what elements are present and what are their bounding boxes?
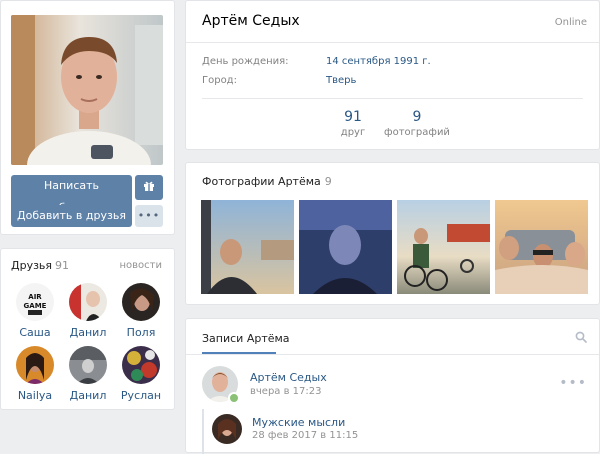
profile-photo[interactable] — [11, 15, 163, 165]
photo-thumbnail[interactable] — [201, 200, 294, 294]
birthday-label: День рождения: — [202, 56, 289, 67]
photos-count: 9 — [324, 175, 332, 188]
photos-title: Фотографии Артёма — [202, 175, 321, 188]
friend-item[interactable]: Данил — [60, 346, 116, 402]
more-actions-button[interactable]: ••• — [135, 205, 163, 227]
friend-name: Данил — [69, 326, 107, 339]
divider — [186, 42, 599, 43]
friend-avatar — [69, 283, 107, 321]
search-icon — [575, 331, 587, 343]
friend-item[interactable]: Данил — [60, 283, 116, 339]
friend-item[interactable]: AIR GAME Саша — [7, 283, 63, 339]
friends-stat[interactable]: 91 друг — [324, 109, 382, 138]
friend-name: Данил — [69, 389, 107, 402]
photos-stat-label: фотографий — [384, 127, 450, 138]
photo-thumbnail[interactable] — [495, 200, 588, 294]
divider — [202, 98, 583, 99]
friends-news-link[interactable]: новости — [120, 260, 163, 271]
friend-name: Поля — [126, 326, 156, 339]
post-author-name[interactable]: Артём Седых — [250, 371, 327, 384]
profile-info-card: Артём Седых Online День рождения: 14 сен… — [185, 0, 600, 150]
wall-tab[interactable]: Записи Артёма — [202, 332, 290, 345]
photos-card: Фотографии Артёма 9 — [185, 162, 600, 305]
post-more-button[interactable]: ••• — [559, 375, 587, 391]
friends-card: Друзья 91 новости AIR GAME Саша Данил Пол… — [0, 248, 175, 410]
friend-name: Саша — [19, 326, 51, 339]
wall-search-button[interactable] — [575, 331, 587, 346]
online-status: Online — [554, 17, 587, 28]
friend-item[interactable]: Руслан — [113, 346, 169, 402]
gift-icon — [144, 181, 154, 191]
photos-stat[interactable]: 9 фотографий — [382, 109, 452, 138]
photos-stat-count: 9 — [412, 109, 422, 125]
friends-stat-label: друг — [340, 127, 366, 138]
friend-name: Руслан — [120, 389, 162, 402]
city-value[interactable]: Тверь — [326, 75, 356, 86]
friend-avatar: AIR GAME — [16, 283, 54, 321]
repost-timestamp[interactable]: 28 фев 2017 в 11:15 — [252, 430, 358, 441]
profile-name: Артём Седых — [202, 13, 300, 29]
photos-header[interactable]: Фотографии Артёма 9 — [202, 175, 332, 188]
friend-avatar — [122, 283, 160, 321]
birthday-value[interactable]: 14 сентября 1991 г. — [326, 56, 431, 67]
photo-thumbnail[interactable] — [299, 200, 392, 294]
repost-source-name[interactable]: Мужские мысли — [252, 416, 345, 429]
divider — [186, 354, 599, 355]
send-gift-button[interactable] — [135, 175, 163, 200]
friends-stat-count: 91 — [344, 109, 362, 125]
add-friend-button[interactable]: Добавить в друзья — [11, 205, 132, 227]
friends-title: Друзья — [11, 259, 53, 272]
friend-avatar — [16, 346, 54, 384]
wall-card: Записи Артёма Артём Седых вчера в 17:23 … — [185, 318, 600, 454]
friend-avatar — [69, 346, 107, 384]
friends-count: 91 — [55, 259, 70, 272]
friend-avatar — [122, 346, 160, 384]
photo-thumbnail[interactable] — [397, 200, 490, 294]
repost-source-avatar[interactable] — [212, 414, 242, 444]
friends-header[interactable]: Друзья 91 — [11, 259, 69, 272]
repost-indicator — [202, 409, 204, 454]
online-indicator — [228, 392, 240, 404]
svg-text:AIR: AIR — [28, 293, 42, 301]
post-timestamp[interactable]: вчера в 17:23 — [250, 386, 322, 397]
svg-text:GAME: GAME — [24, 302, 47, 310]
friend-item[interactable]: Поля — [113, 283, 169, 339]
profile-avatar-card: Написать сообщение Добавить в друзья ••• — [0, 0, 175, 235]
friend-item[interactable]: Nailya — [7, 346, 63, 402]
friend-name: Nailya — [17, 389, 53, 402]
city-label: Город: — [202, 75, 237, 86]
